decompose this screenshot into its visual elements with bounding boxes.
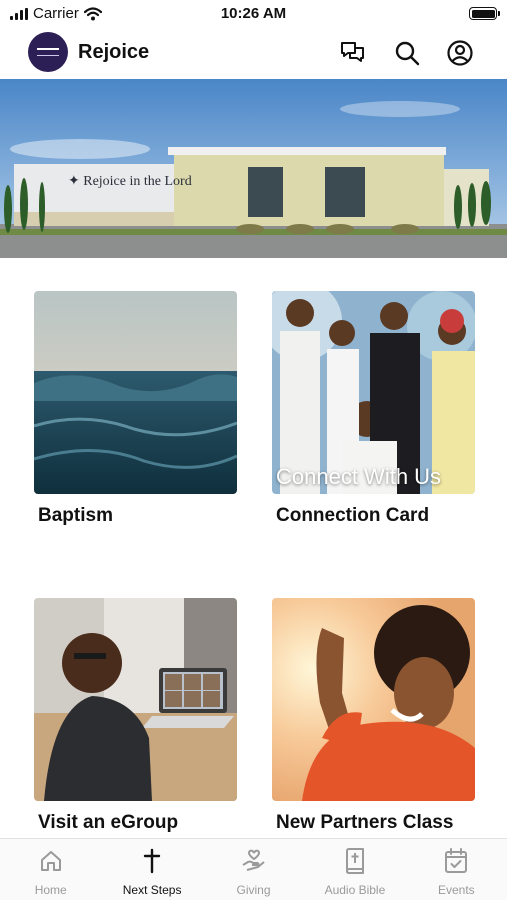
tile-label: Connection Card <box>276 505 430 526</box>
tile-label: Visit an eGroup <box>38 812 179 833</box>
tab-giving[interactable]: Giving <box>203 839 304 900</box>
chat-icon[interactable] <box>338 38 368 68</box>
connection-card-image[interactable]: Connect With Us <box>272 291 475 494</box>
tab-label: Events <box>437 883 475 897</box>
tab-bar: Home Next Steps Giving Audio Bible Event… <box>0 838 507 900</box>
tab-label: Next Steps <box>122 883 182 897</box>
tab-label: Audio Bible <box>324 883 386 897</box>
status-bar: Carrier 10:26 AM <box>0 0 507 28</box>
tile-connection-card[interactable]: Connect With Us Connection Card <box>272 291 475 527</box>
app-title: Rejoice <box>78 41 150 63</box>
battery-icon <box>469 7 500 20</box>
tile-visit-egroup[interactable]: Visit an eGroup <box>34 598 237 834</box>
connection-card-overlay: Connect With Us <box>276 464 442 489</box>
search-icon[interactable] <box>392 38 422 68</box>
calendar-check-icon <box>442 847 470 875</box>
church-banner: ✦ Rejoice in the Lord <box>0 79 507 258</box>
church-logo[interactable] <box>28 32 68 72</box>
tab-label: Home <box>34 883 67 897</box>
church-sign: ✦ Rejoice in the Lord <box>68 174 192 189</box>
egroup-image[interactable] <box>34 598 237 801</box>
home-icon <box>37 847 65 875</box>
tab-home[interactable]: Home <box>0 839 101 900</box>
tile-new-partners-class[interactable]: New Partners Class <box>272 598 475 834</box>
tab-audio-bible[interactable]: Audio Bible <box>304 839 405 900</box>
baptism-image[interactable] <box>34 291 237 494</box>
app-header: Rejoice <box>0 30 507 76</box>
tab-events[interactable]: Events <box>406 839 507 900</box>
tile-label: Baptism <box>38 505 113 526</box>
tile-label: New Partners Class <box>276 812 454 833</box>
status-time: 10:26 AM <box>220 5 287 22</box>
tab-label: Giving <box>236 883 271 897</box>
new-partners-image[interactable] <box>272 598 475 801</box>
giving-hand-icon <box>240 847 268 875</box>
tile-baptism[interactable]: Baptism <box>34 291 237 527</box>
bible-icon <box>341 847 369 875</box>
cross-icon <box>138 847 166 875</box>
tab-next-steps[interactable]: Next Steps <box>101 839 202 900</box>
profile-icon[interactable] <box>445 38 475 68</box>
